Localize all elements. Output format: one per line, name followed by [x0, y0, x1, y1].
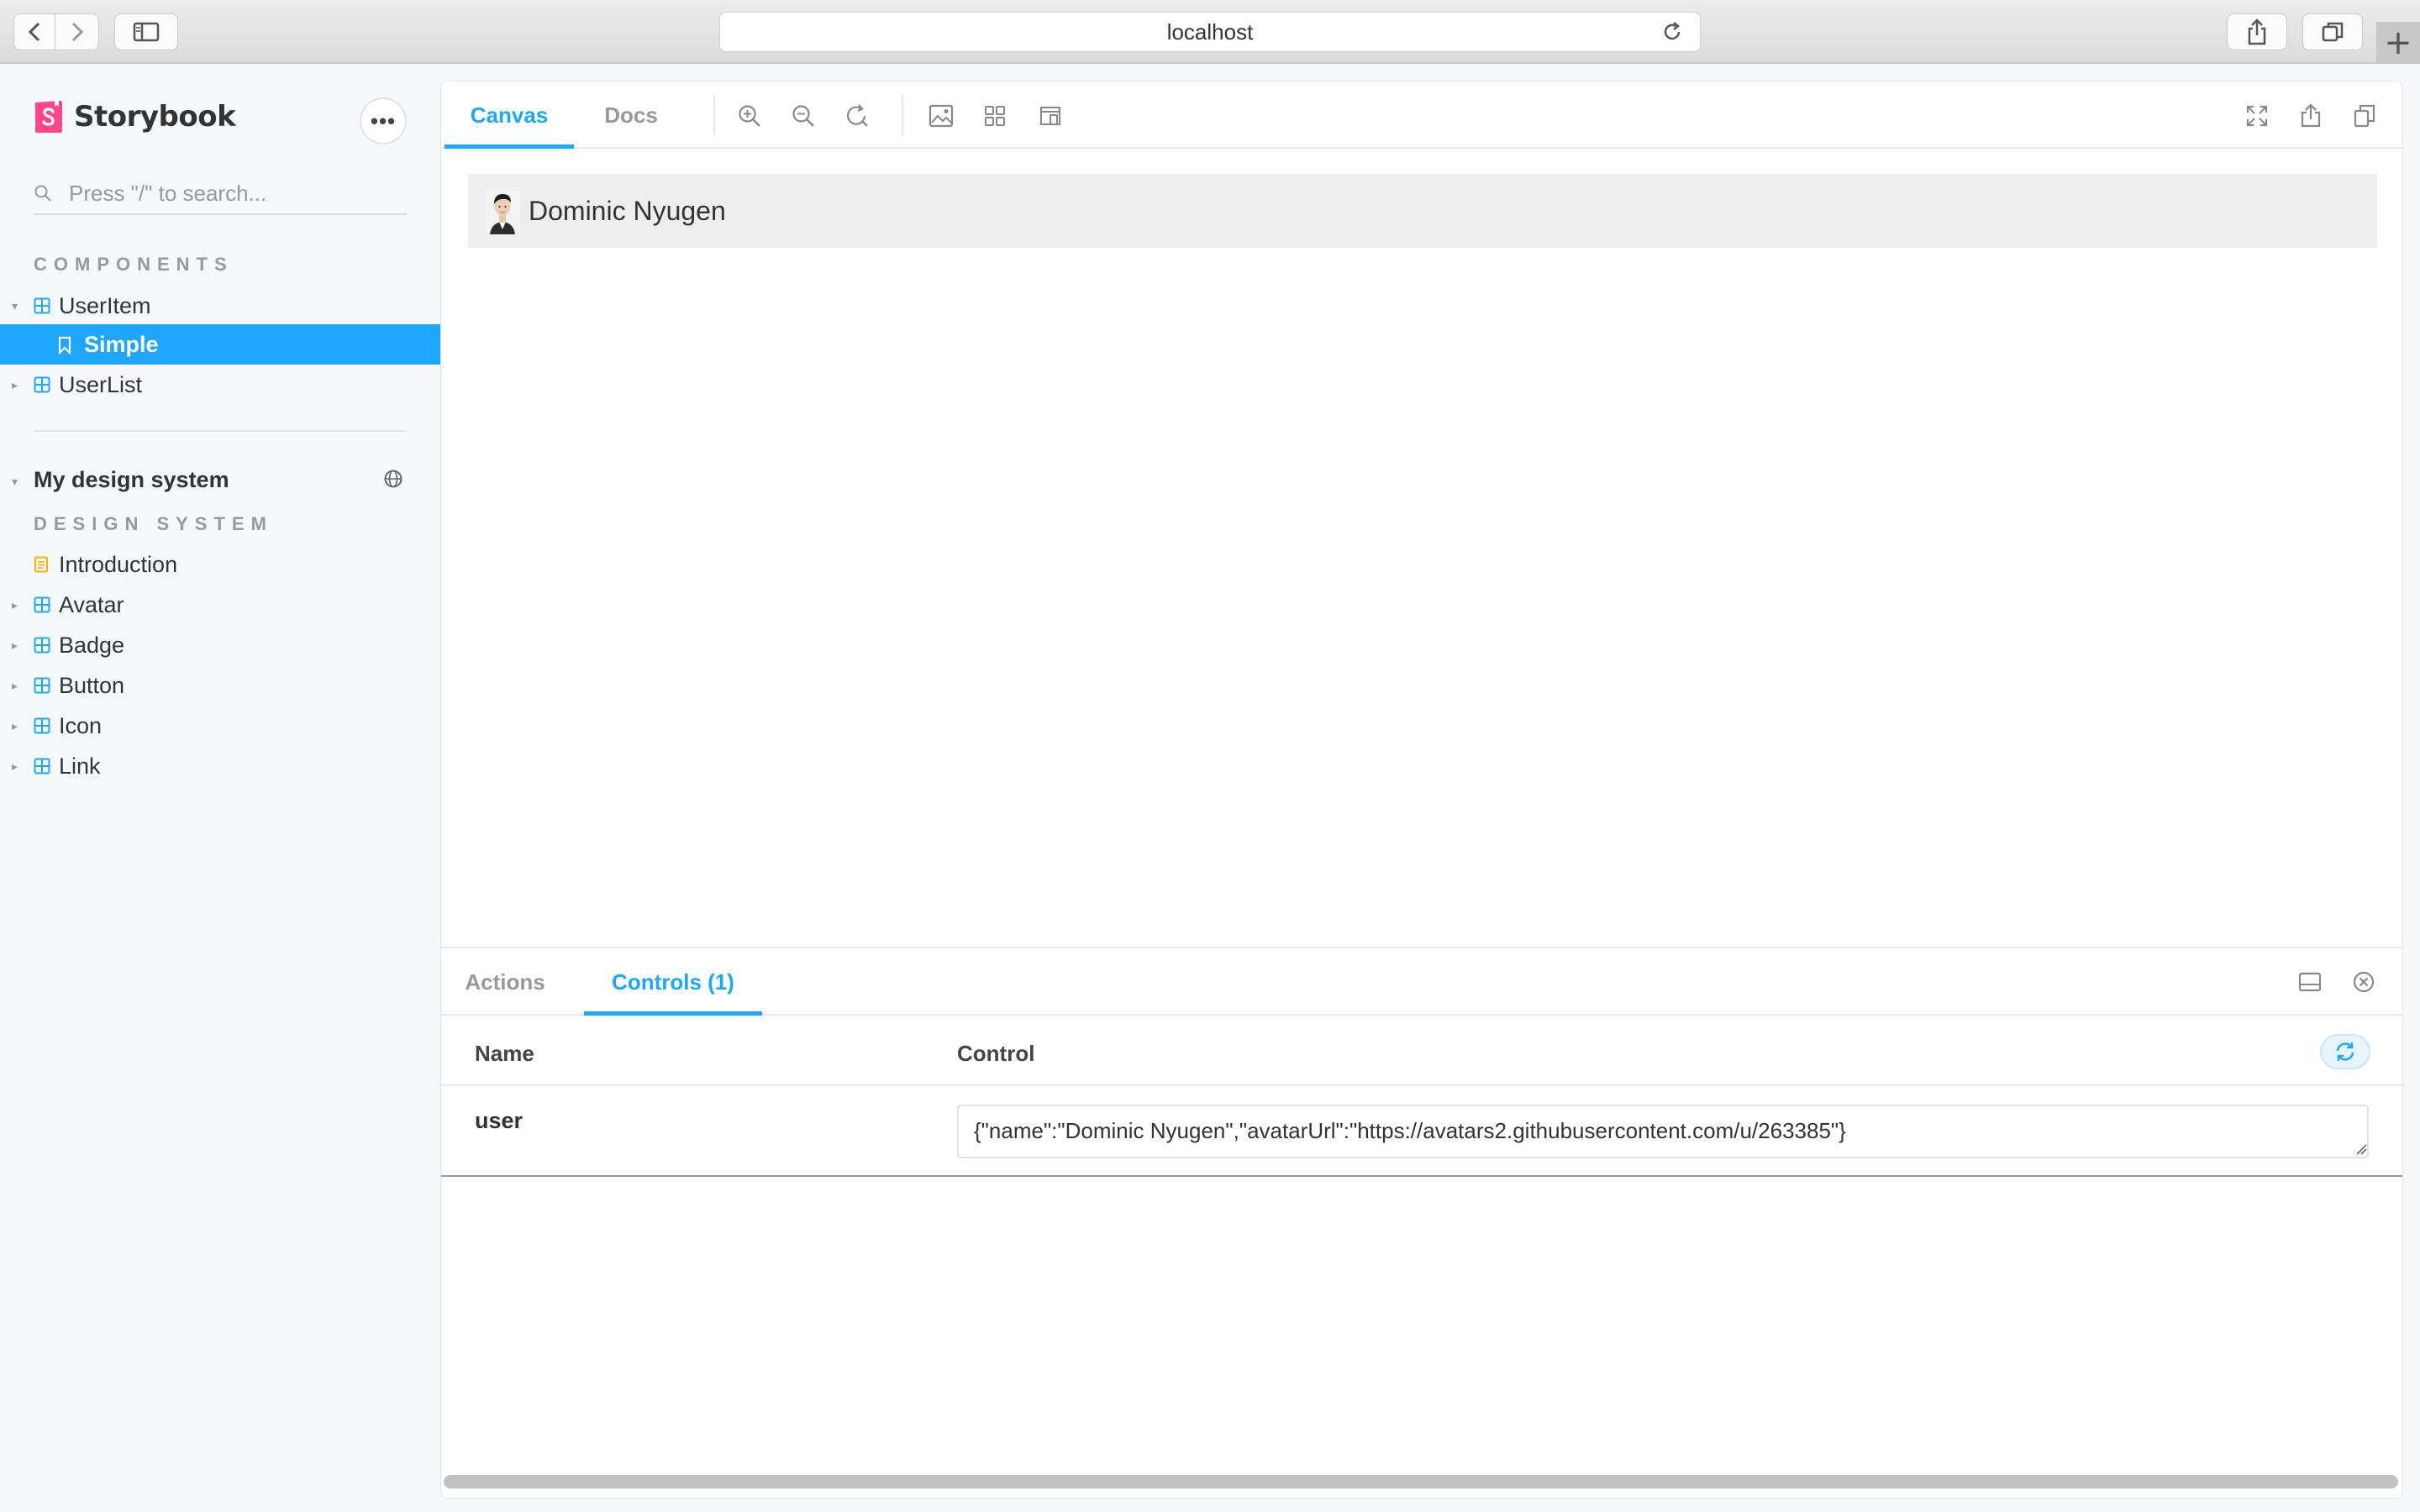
- ref-title[interactable]: My design system: [34, 467, 229, 493]
- new-tab-button[interactable]: +: [2376, 22, 2420, 64]
- tabs-overview-icon: [2322, 22, 2344, 42]
- chevron-right-icon: [71, 22, 83, 42]
- address-bar[interactable]: localhost: [719, 12, 1701, 52]
- sidebar-item-label: Badge: [59, 632, 125, 658]
- open-new-tab-icon[interactable]: [2298, 103, 2323, 129]
- user-name: Dominic Nyugen: [529, 195, 726, 226]
- component-icon: [34, 297, 50, 314]
- horizontal-scrollbar[interactable]: [444, 1475, 2398, 1488]
- addons-panel: Actions Controls (1) Name Control user {…: [441, 947, 2402, 1498]
- sidebar-item-avatar[interactable]: ▸ Avatar: [0, 585, 440, 625]
- zoom-in-icon[interactable]: [737, 103, 762, 129]
- search-icon: [34, 185, 51, 202]
- preview-toolbar: Canvas Docs: [441, 81, 2402, 149]
- components-heading: COMPONENTS: [34, 254, 234, 275]
- caret-down-icon[interactable]: ▾: [12, 475, 18, 489]
- share-button[interactable]: [2227, 13, 2287, 50]
- sidebar-item-badge[interactable]: ▸ Badge: [0, 625, 440, 665]
- viewport-icon[interactable]: [1038, 103, 1063, 129]
- caret-right-icon: ▸: [12, 718, 18, 732]
- globe-icon[interactable]: [383, 469, 403, 489]
- panel-orientation-icon[interactable]: [2298, 970, 2322, 998]
- component-icon: [34, 376, 50, 393]
- reset-controls-button[interactable]: [2320, 1034, 2370, 1069]
- caret-right-icon: ▸: [12, 678, 18, 692]
- forward-button[interactable]: [55, 13, 99, 50]
- caret-right-icon: ▸: [12, 759, 18, 773]
- sidebar-item-icon[interactable]: ▸ Icon: [0, 706, 440, 746]
- table-row: user {"name":"Dominic Nyugen","avatarUrl…: [441, 1084, 2402, 1177]
- search-field[interactable]: [34, 173, 407, 215]
- caret-right-icon: ▸: [12, 377, 18, 391]
- toolbar-separator: [713, 95, 715, 135]
- sidebar-item-label: Button: [59, 672, 125, 698]
- sidebar-item-label: Simple: [84, 331, 159, 357]
- user-item[interactable]: Dominic Nyugen: [468, 174, 2377, 248]
- preview-panel: Canvas Docs Dominic Nyugen Actions Contr…: [440, 81, 2403, 1499]
- search-input[interactable]: [69, 180, 388, 207]
- share-icon: [2248, 18, 2266, 45]
- reset-zoom-icon[interactable]: [844, 103, 870, 129]
- column-header-control: Control: [957, 1041, 1035, 1066]
- sidebar-divider: [34, 430, 407, 432]
- browser-toolbar: localhost +: [0, 0, 2420, 64]
- tab-controls[interactable]: Controls (1): [584, 948, 762, 1016]
- reload-icon[interactable]: [1661, 21, 1683, 49]
- component-icon: [34, 758, 50, 774]
- storybook-logo-icon: [35, 101, 62, 133]
- object-control-input[interactable]: {"name":"Dominic Nyugen","avatarUrl":"ht…: [957, 1105, 2369, 1158]
- storybook-logo[interactable]: Storybook: [34, 99, 236, 134]
- sidebar-item-introduction[interactable]: Introduction: [0, 544, 440, 585]
- sidebar-item-label: Introduction: [59, 551, 178, 577]
- document-icon: [34, 556, 48, 573]
- caret-right-icon: ▸: [12, 597, 18, 612]
- sidebar-item-label: Avatar: [59, 591, 124, 617]
- tab-actions[interactable]: Actions: [455, 948, 555, 1016]
- component-icon: [34, 596, 50, 613]
- grid-icon[interactable]: [982, 103, 1007, 129]
- zoom-out-icon[interactable]: [791, 103, 816, 129]
- component-icon: [34, 717, 50, 734]
- show-sidebar-button[interactable]: [114, 13, 178, 50]
- tab-docs[interactable]: Docs: [587, 81, 675, 149]
- caret-right-icon: ▸: [12, 638, 18, 652]
- sidebar-menu-button[interactable]: •••: [360, 97, 407, 144]
- sidebar-item-button[interactable]: ▸ Button: [0, 665, 440, 706]
- sidebar-item-simple[interactable]: Simple: [0, 324, 440, 365]
- sidebar-item-label: UserItem: [59, 292, 151, 318]
- show-tabs-button[interactable]: [2302, 13, 2363, 50]
- story-canvas: Dominic Nyugen: [441, 150, 2402, 1029]
- sidebar-item-useritem[interactable]: ▾ UserItem: [0, 286, 440, 326]
- arg-name: user: [475, 1108, 523, 1133]
- addons-tabbar: Actions Controls (1): [441, 948, 2402, 1016]
- sidebar-item-label: UserList: [59, 371, 143, 397]
- close-icon[interactable]: [2352, 970, 2375, 998]
- sync-icon: [2336, 1042, 2354, 1061]
- tab-canvas[interactable]: Canvas: [445, 81, 574, 149]
- sidebar-item-userlist[interactable]: ▸ UserList: [0, 365, 440, 405]
- component-icon: [34, 677, 50, 694]
- sidebar: Storybook ••• COMPONENTS ▾ UserItem Simp…: [0, 66, 440, 1512]
- sidebar-item-label: Link: [59, 753, 101, 779]
- sidebar-item-link[interactable]: ▸ Link: [0, 746, 440, 786]
- avatar: [485, 187, 520, 234]
- background-icon[interactable]: [929, 103, 954, 129]
- design-system-heading: DESIGN SYSTEM: [34, 513, 273, 534]
- fullscreen-icon[interactable]: [2244, 103, 2270, 129]
- toolbar-separator: [902, 95, 903, 135]
- back-button[interactable]: [13, 13, 55, 50]
- url-text: localhost: [1166, 18, 1254, 45]
- column-header-name: Name: [475, 1041, 534, 1066]
- table-header: Name Control: [441, 1017, 2402, 1084]
- bookmark-icon: [58, 336, 71, 354]
- brand-name: Storybook: [74, 100, 236, 134]
- sidebar-item-label: Icon: [59, 712, 103, 738]
- caret-down-icon: ▾: [12, 298, 18, 312]
- resize-handle-icon[interactable]: [2355, 1143, 2367, 1155]
- sidebar-icon: [133, 22, 160, 42]
- chevron-left-icon: [28, 22, 40, 42]
- component-icon: [34, 637, 50, 654]
- copy-link-icon[interactable]: [2352, 103, 2377, 129]
